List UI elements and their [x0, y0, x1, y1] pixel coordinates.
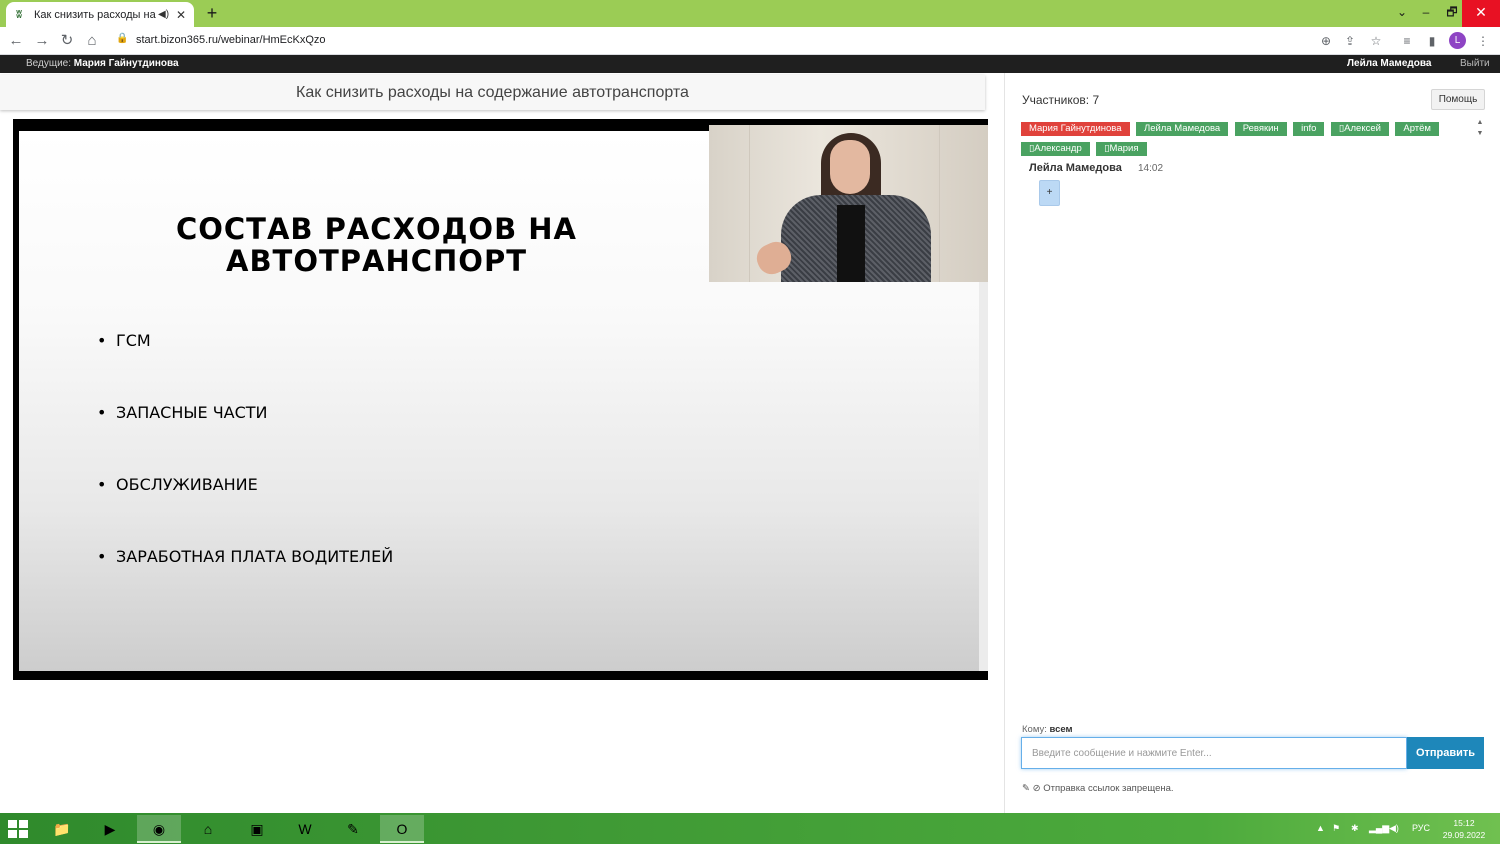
zoom-icon[interactable]: ⊕: [1316, 31, 1336, 51]
bookmark-star-icon[interactable]: ☆: [1366, 31, 1386, 51]
presenter-face: [830, 140, 870, 194]
slide-heading-line-2: АВТОТРАНСПОРТ: [226, 244, 527, 278]
reload-icon[interactable]: ↻: [57, 31, 77, 51]
recipient-value[interactable]: всем: [1050, 724, 1073, 735]
participant-chip[interactable]: info: [1293, 122, 1325, 136]
participant-chip[interactable]: Мария Гайнутдинова: [1021, 122, 1130, 136]
site-favicon-icon: ʬ: [16, 8, 22, 21]
bullet-dot: •: [97, 331, 107, 350]
tray-language[interactable]: РУС: [1412, 823, 1430, 833]
participant-list-scrollbar[interactable]: ▲ ▼: [1475, 117, 1485, 149]
participant-chip[interactable]: ▯Алексей: [1330, 122, 1389, 136]
home-icon[interactable]: ⌂: [82, 31, 102, 51]
participants-count: Участников: 7: [1022, 93, 1100, 107]
send-button[interactable]: Отправить: [1407, 737, 1484, 769]
outlook-icon[interactable]: O: [380, 815, 424, 843]
address-bar[interactable]: 🔒 start.bizon365.ru/webinar/HmEcKxQzo: [106, 30, 1396, 52]
presenter-shirt: [837, 205, 865, 282]
logout-link[interactable]: Выйти: [1460, 55, 1490, 73]
tray-chevron-icon[interactable]: ▲: [1316, 823, 1325, 833]
presenter-video[interactable]: [709, 125, 988, 282]
menu-kebab-icon[interactable]: ⋮: [1473, 31, 1493, 51]
host-info: Ведущие: Мария Гайнутдинова: [26, 55, 179, 73]
tray-flag-icon[interactable]: ⚑: [1332, 823, 1340, 834]
links-forbidden-note: ✎ ⊘ Отправка ссылок запрещена.: [1022, 783, 1174, 794]
host-name: Мария Гайнутдинова: [73, 58, 179, 69]
lock-icon[interactable]: 🔒: [116, 33, 128, 44]
slide-bullet-text: ГСМ: [116, 331, 151, 350]
bullet-dot: •: [97, 403, 107, 422]
help-button[interactable]: Помощь: [1431, 89, 1485, 110]
browser-tab[interactable]: ʬ Как снизить расходы на содержание авто…: [6, 2, 194, 27]
zoom-app-icon[interactable]: ▣: [235, 815, 279, 843]
participant-list: Мария Гайнутдинова Лейла Мамедова Ревяки…: [1021, 118, 1466, 158]
share-icon[interactable]: ⇪: [1340, 31, 1360, 51]
participant-chip[interactable]: ▯Александр: [1021, 142, 1090, 156]
tab-audio-icon[interactable]: ◀): [158, 9, 170, 20]
tab-title: Как снизить расходы на содержание автотр…: [34, 8, 156, 21]
message-author: Лейла Мамедова: [1029, 162, 1122, 174]
windows-start-icon[interactable]: [8, 820, 28, 838]
clock-time: 15:12: [1453, 818, 1475, 828]
tray-network-icon[interactable]: ▂▄▆: [1369, 823, 1389, 834]
slide-bullet-text: ЗАПАСНЫЕ ЧАСТИ: [116, 403, 268, 422]
participant-chip[interactable]: ▯Мария: [1096, 142, 1147, 156]
word-icon[interactable]: W: [283, 815, 327, 843]
taskbar-clock[interactable]: 15:12 29.09.2022: [1442, 817, 1486, 841]
message-input[interactable]: [1021, 737, 1407, 769]
chrome-icon[interactable]: ◉: [137, 815, 181, 843]
tab-close-icon[interactable]: ✕: [174, 8, 188, 22]
file-explorer-icon[interactable]: 📁: [40, 815, 84, 843]
tray-antivirus-icon[interactable]: ✱: [1351, 823, 1359, 834]
message-time: 14:02: [1138, 163, 1164, 174]
slide-bullet-text: ЗАРАБОТНАЯ ПЛАТА ВОДИТЕЛЕЙ: [116, 547, 394, 566]
window-close-button[interactable]: ✕: [1462, 0, 1500, 27]
new-tab-button[interactable]: +: [202, 3, 222, 23]
recipient-label[interactable]: Кому: всем: [1022, 724, 1073, 735]
browser-tab-strip: ʬ Как снизить расходы на содержание авто…: [0, 0, 1500, 27]
browser-toolbar: ← → ↻ ⌂ 🔒 start.bizon365.ru/webinar/HmEc…: [0, 27, 1500, 55]
forward-arrow-icon[interactable]: →: [32, 31, 52, 51]
webinar-header-bar: Ведущие: Мария Гайнутдинова Лейла Мамедо…: [0, 55, 1500, 73]
reading-list-icon[interactable]: ≡: [1397, 31, 1417, 51]
side-panel-icon[interactable]: ▮: [1422, 31, 1442, 51]
current-user-name: Лейла Мамедова: [1347, 58, 1432, 69]
url-text[interactable]: start.bizon365.ru/webinar/HmEcKxQzo: [136, 34, 326, 46]
chat-panel: Участников: 7 Помощь Мария Гайнутдинова …: [1004, 73, 1500, 813]
profile-avatar[interactable]: L: [1449, 32, 1466, 49]
home-app-icon[interactable]: ⌂: [186, 815, 230, 843]
host-label: Ведущие:: [26, 58, 71, 69]
slide-heading-line-1: СОСТАВ РАСХОДОВ НА: [175, 212, 578, 246]
participant-chip[interactable]: Артём: [1395, 122, 1439, 136]
windows-taskbar: 📁 ▶ ◉ ⌂ ▣ W ✎ O ▲ ⚑ ✱ ▂▄▆ ◀) РУС 15:12 2…: [0, 813, 1500, 844]
media-player-icon[interactable]: ▶: [88, 815, 132, 843]
bullet-dot: •: [97, 547, 107, 566]
message-bubble: +: [1039, 180, 1060, 206]
slide-heading: СОСТАВ РАСХОДОВ НА АВТОТРАНСПОРТ: [139, 213, 614, 277]
webinar-title: Как снизить расходы на содержание автотр…: [0, 75, 985, 110]
back-arrow-icon[interactable]: ←: [6, 31, 26, 51]
recipient-prefix: Кому:: [1022, 724, 1047, 735]
wall-panel-line: [749, 125, 750, 282]
tray-volume-icon[interactable]: ◀): [1389, 823, 1399, 834]
participant-chip[interactable]: Ревякин: [1234, 122, 1287, 136]
slide-bullet-text: ОБСЛУЖИВАНИЕ: [116, 475, 258, 494]
paint-icon[interactable]: ✎: [331, 815, 375, 843]
participant-chip[interactable]: Лейла Мамедова: [1135, 122, 1229, 136]
bullet-dot: •: [97, 475, 107, 494]
clock-date: 29.09.2022: [1442, 830, 1486, 840]
wall-panel-line: [939, 125, 940, 282]
